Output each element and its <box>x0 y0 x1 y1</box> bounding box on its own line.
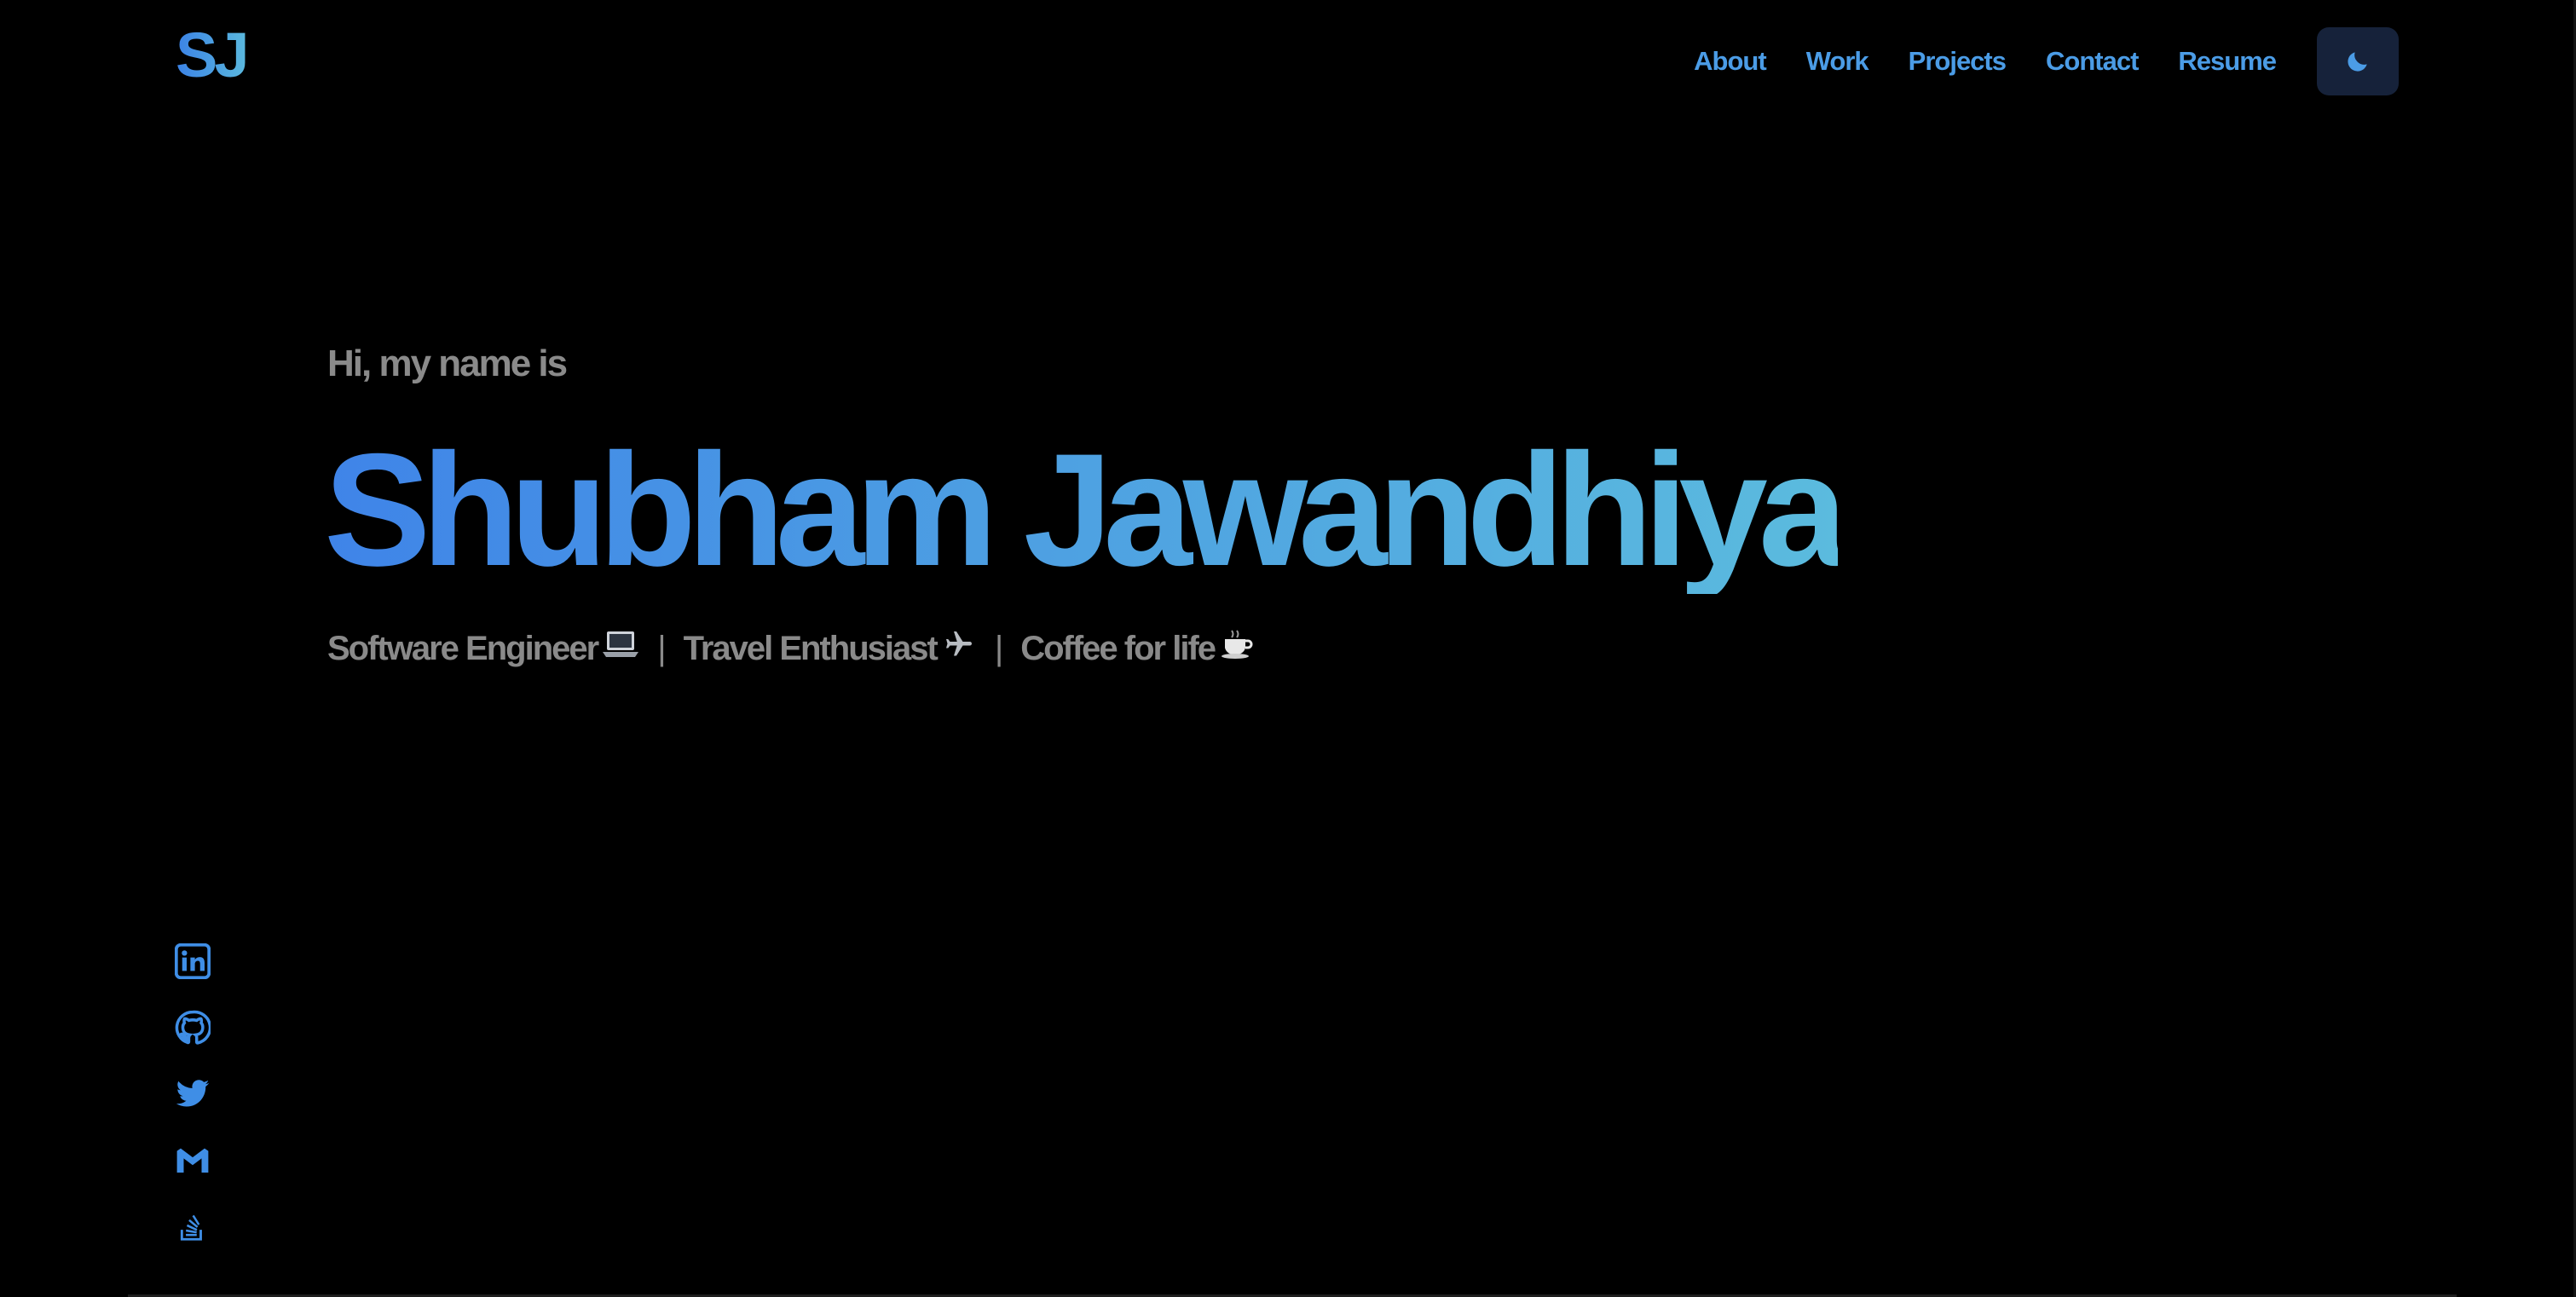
site-logo[interactable]: SJ <box>176 19 249 91</box>
nav-link-resume[interactable]: Resume <box>2178 46 2277 77</box>
hero-name: Shubham Jawandhiya <box>324 420 1847 599</box>
tagline-separator-1: | <box>657 629 666 667</box>
tagline-coffee: Coffee for life <box>1020 629 1216 667</box>
hero-greeting: Hi, my name is <box>327 343 568 384</box>
theme-toggle-button[interactable] <box>2317 27 2399 95</box>
stackoverflow-link[interactable] <box>174 1208 211 1246</box>
main-nav: About Work Projects Contact Resume <box>1694 27 2399 95</box>
gmail-link[interactable] <box>174 1142 211 1179</box>
stackoverflow-icon <box>180 1214 202 1241</box>
gmail-icon <box>176 1148 209 1173</box>
nav-link-contact[interactable]: Contact <box>2046 46 2139 77</box>
tagline-separator-2: | <box>994 629 1003 667</box>
hero-tagline: Software Engineer | Travel Enthusiast | … <box>327 629 1256 668</box>
nav-link-work[interactable]: Work <box>1806 46 1869 77</box>
tagline-travel: Travel Enthusiast <box>683 629 939 667</box>
page: SJ About Work Projects Contact Resume Hi… <box>0 0 2576 1297</box>
github-link[interactable] <box>174 1009 211 1046</box>
linkedin-icon <box>175 943 211 979</box>
moon-icon <box>2348 52 2367 72</box>
twitter-link[interactable] <box>174 1075 211 1113</box>
airplane-icon <box>942 629 976 668</box>
tagline-role: Software Engineer <box>327 629 599 667</box>
coffee-icon <box>1220 629 1256 668</box>
nav-link-projects[interactable]: Projects <box>1909 46 2007 77</box>
linkedin-link[interactable] <box>174 942 211 980</box>
nav-link-about[interactable]: About <box>1694 46 1767 77</box>
github-icon <box>175 1010 211 1045</box>
laptop-icon <box>603 629 639 668</box>
social-links <box>174 942 211 1275</box>
twitter-icon <box>176 1080 210 1107</box>
